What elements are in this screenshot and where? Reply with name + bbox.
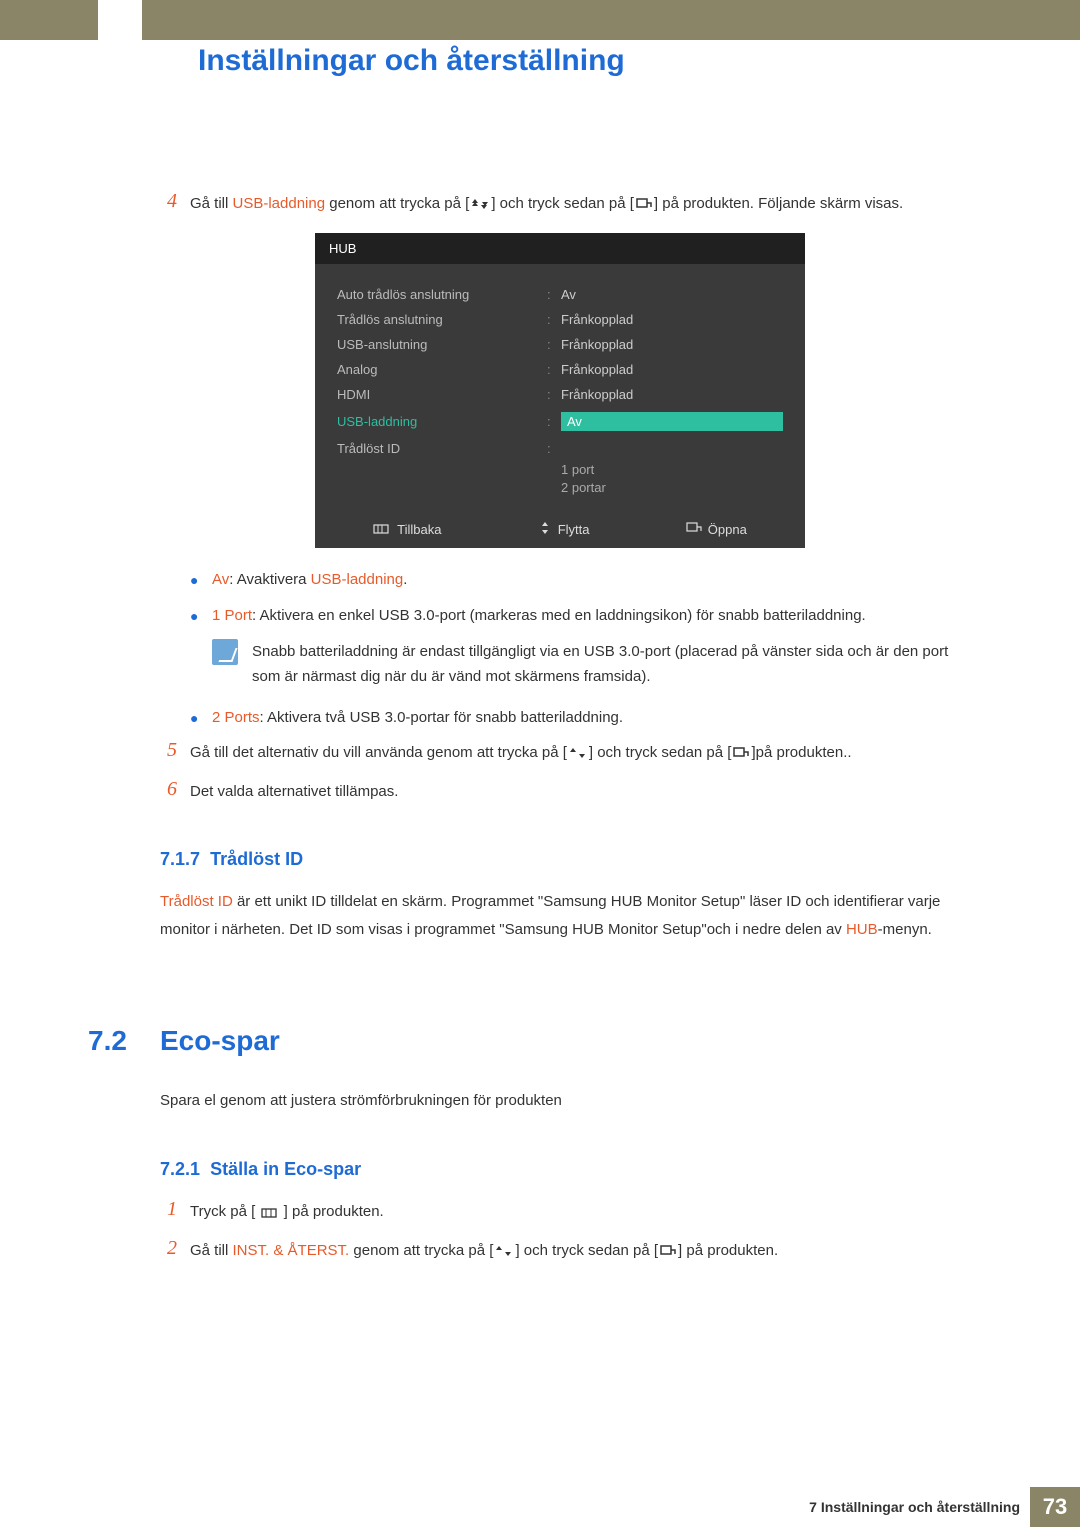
up-down-icon xyxy=(471,192,489,219)
step-number: 4 xyxy=(160,190,190,219)
step-6: 6 Det valda alternativet tillämpas. xyxy=(160,778,960,805)
note-text: Snabb batteriladdning är endast tillgäng… xyxy=(252,639,960,690)
up-down-icon xyxy=(569,741,587,768)
text: ] och tryck sedan på [ xyxy=(491,195,634,212)
bullet-list: ● Av: Avaktivera USB-laddning. ● 1 Port:… xyxy=(160,566,960,628)
osd-value-highlight: Av xyxy=(561,412,783,431)
move-icon xyxy=(538,521,552,538)
step-4: 4 Gå till USB-laddning genom att trycka … xyxy=(160,190,960,219)
osd-move: Flytta xyxy=(538,521,590,538)
eco-step-2: 2 Gå till INST. & ÅTERST. genom att tryc… xyxy=(160,1237,960,1266)
step-number: 6 xyxy=(160,778,190,805)
osd-option: 1 port 2 portar xyxy=(561,461,783,505)
main-content: 4 Gå till USB-laddning genom att trycka … xyxy=(160,190,960,1276)
list-item: ● 1 Port: Aktivera en enkel USB 3.0-port… xyxy=(190,602,960,629)
link-hub: HUB xyxy=(846,921,878,938)
osd-row: Trådlös anslutning:Frånkopplad xyxy=(337,307,783,332)
text: Gå till xyxy=(190,195,233,212)
osd-row: Trådlöst ID: xyxy=(337,436,783,461)
osd-label: Auto trådlös anslutning xyxy=(337,287,547,302)
enter-icon xyxy=(733,741,749,768)
osd-label: Trådlös anslutning xyxy=(337,312,547,327)
section-number: 7.2 xyxy=(88,1025,127,1057)
step-body: Gå till det alternativ du vill använda g… xyxy=(190,739,960,768)
section-7-2: 7.2 Eco-spar Spara el genom att justera … xyxy=(160,1025,960,1267)
footer-page-number: 73 xyxy=(1030,1487,1080,1527)
step-number: 5 xyxy=(160,739,190,768)
osd-label: USB-anslutning xyxy=(337,337,547,352)
footer-chapter: 7 Inställningar och återställning xyxy=(809,1487,1020,1527)
link-tradlost-id: Trådlöst ID xyxy=(160,893,233,910)
text: genom att trycka på [ xyxy=(325,195,469,212)
top-bar xyxy=(0,0,1080,40)
osd-value: Frånkopplad xyxy=(561,312,783,327)
osd-value: Frånkopplad xyxy=(561,362,783,377)
section-title: Eco-spar xyxy=(160,1025,960,1057)
enter-icon xyxy=(660,1239,676,1266)
osd-open: Öppna xyxy=(686,522,747,537)
link-usb-laddning: USB-laddning xyxy=(311,571,404,588)
enter-icon xyxy=(636,192,652,219)
step-number: 1 xyxy=(160,1198,190,1227)
list-item: ● Av: Avaktivera USB-laddning. xyxy=(190,566,960,593)
page-title: Inställningar och återställning xyxy=(198,44,625,78)
label: 2 Ports xyxy=(212,709,260,726)
osd-label: Trådlöst ID xyxy=(337,441,547,456)
note-icon xyxy=(212,639,238,665)
osd-row: USB-anslutning:Frånkopplad xyxy=(337,332,783,357)
step-5: 5 Gå till det alternativ du vill använda… xyxy=(160,739,960,768)
back-icon xyxy=(373,522,391,537)
osd-body: Auto trådlös anslutning:Av Trådlös anslu… xyxy=(315,264,805,513)
bullet-icon: ● xyxy=(190,566,212,593)
osd-title: HUB xyxy=(315,233,805,264)
osd-row-active: USB-laddning:Av xyxy=(337,407,783,436)
eco-step-1: 1 Tryck på [ ] på produkten. xyxy=(160,1198,960,1227)
osd-label: Analog xyxy=(337,362,547,377)
osd-hub-panel: HUB Auto trådlös anslutning:Av Trådlös a… xyxy=(315,233,805,548)
paragraph: Spara el genom att justera strömförbrukn… xyxy=(160,1087,960,1116)
osd-label: USB-laddning xyxy=(337,414,547,429)
up-down-icon xyxy=(495,1239,513,1266)
bullet-icon: ● xyxy=(190,704,212,731)
note-callout: Snabb batteriladdning är endast tillgäng… xyxy=(212,639,960,690)
page-footer: 7 Inställningar och återställning73 xyxy=(0,1487,1080,1527)
bullet-icon: ● xyxy=(190,602,212,629)
subsection-heading: 7.1.7 Trådlöst ID xyxy=(160,849,960,870)
osd-label: HDMI xyxy=(337,387,547,402)
top-bar-tab xyxy=(98,0,142,40)
text: ] på produkten. Följande skärm visas. xyxy=(654,195,903,212)
label: 1 Port xyxy=(212,607,252,624)
list-item: ● 2 Ports: Aktivera två USB 3.0-portar f… xyxy=(190,704,960,731)
link-usb-laddning: USB-laddning xyxy=(233,195,326,212)
osd-value: Frånkopplad xyxy=(561,337,783,352)
paragraph: Trådlöst ID är ett unikt ID tilldelat en… xyxy=(160,888,960,945)
step-body: Det valda alternativet tillämpas. xyxy=(190,778,960,805)
menu-icon xyxy=(261,1200,277,1227)
step-number: 2 xyxy=(160,1237,190,1266)
osd-row: Analog:Frånkopplad xyxy=(337,357,783,382)
osd-value: Frånkopplad xyxy=(561,387,783,402)
label: Av xyxy=(212,571,229,588)
bullet-list: ● 2 Ports: Aktivera två USB 3.0-portar f… xyxy=(160,704,960,731)
osd-footer: Tillbaka Flytta Öppna xyxy=(315,513,805,548)
open-icon xyxy=(686,522,702,537)
osd-value: Av xyxy=(561,287,783,302)
step-body: Gå till USB-laddning genom att trycka på… xyxy=(190,190,960,219)
osd-back: Tillbaka xyxy=(373,522,441,537)
step-body: Tryck på [ ] på produkten. xyxy=(190,1198,960,1227)
link-inst-aterst: INST. & ÅTERST. xyxy=(233,1242,350,1259)
osd-row: HDMI:Frånkopplad xyxy=(337,382,783,407)
step-body: Gå till INST. & ÅTERST. genom att trycka… xyxy=(190,1237,960,1266)
subsection-heading: 7.2.1 Ställa in Eco-spar xyxy=(160,1159,960,1180)
osd-row: Auto trådlös anslutning:Av xyxy=(337,282,783,307)
